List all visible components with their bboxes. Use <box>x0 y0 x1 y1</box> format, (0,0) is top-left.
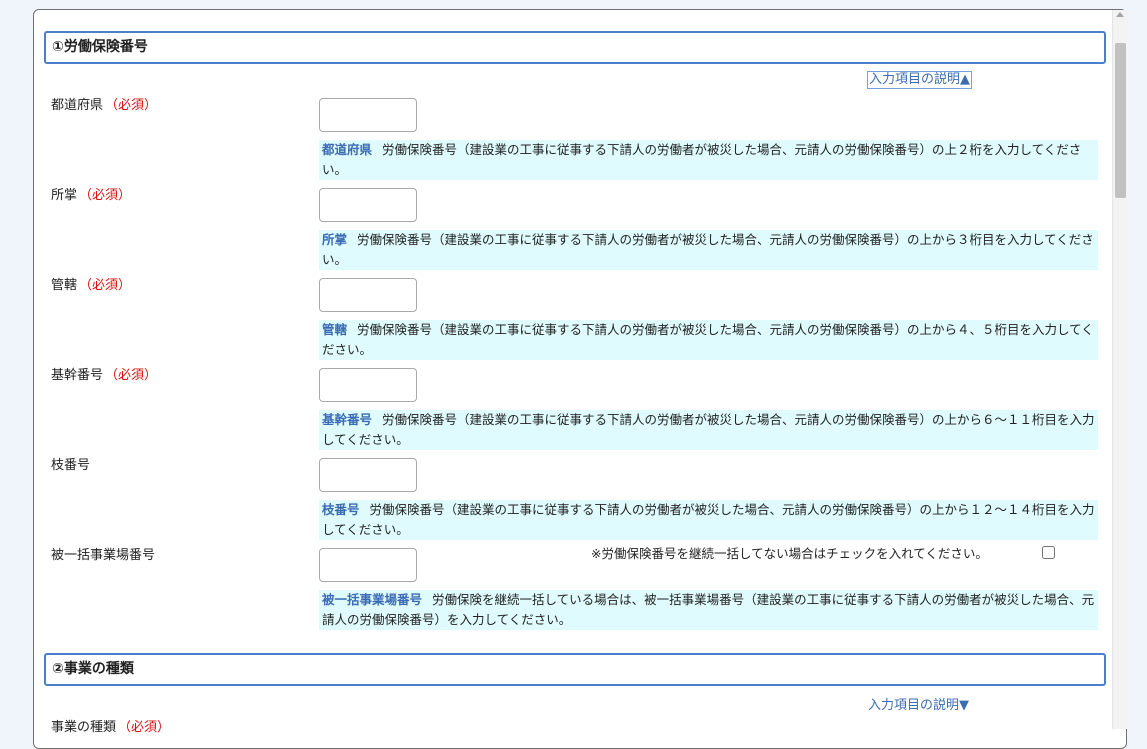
field-label-sub-workplace-number: 被一括事業場番号 <box>51 548 156 563</box>
no-continuous-batch-checkbox[interactable] <box>1042 546 1055 559</box>
field-label-office: 所掌 （必須） <box>51 188 132 203</box>
section-header-business-type: ②事業の種類 <box>44 653 1106 686</box>
help-box-prefecture: 都道府県 労働保険番号（建設業の工事に従事する下請人の労働者が被災した場合、元請人… <box>319 140 1098 180</box>
help-toggle-collapse[interactable]: 入力項目の説明▲ <box>867 71 972 89</box>
section-title: ①労働保険番号 <box>52 39 148 55</box>
field-label-base-number: 基幹番号 （必須） <box>51 368 158 383</box>
branch-number-input[interactable] <box>319 458 417 492</box>
section-title: ②事業の種類 <box>52 661 134 677</box>
required-marker: （必須） <box>79 278 132 293</box>
help-box-base-number: 基幹番号 労働保険番号（建設業の工事に従事する下請人の労働者が被災した場合、元請人… <box>319 410 1098 450</box>
required-marker: （必須） <box>105 368 158 383</box>
help-box-office: 所掌 労働保険番号（建設業の工事に従事する下請人の労働者が被災した場合、元請人の労… <box>319 230 1098 270</box>
required-marker: （必須） <box>118 720 171 735</box>
help-box-sub-workplace-number: 被一括事業場番号 労働保険を継続一括している場合は、被一括事業場番号（建設業の工事… <box>319 590 1098 630</box>
form-panel <box>33 9 1127 749</box>
scroll-thumb[interactable] <box>1115 43 1126 198</box>
jurisdiction-input[interactable] <box>319 278 417 312</box>
scroll-up-arrow-icon[interactable] <box>1116 12 1124 17</box>
help-box-jurisdiction: 管轄 労働保険番号（建設業の工事に従事する下請人の労働者が被災した場合、元請人の労… <box>319 320 1098 360</box>
prefecture-input[interactable] <box>319 98 417 132</box>
base-number-input[interactable] <box>319 368 417 402</box>
help-box-branch-number: 枝番号 労働保険番号（建設業の工事に従事する下請人の労働者が被災した場合、元請人の… <box>319 500 1098 540</box>
required-marker: （必須） <box>79 188 132 203</box>
field-label-business-type: 事業の種類 （必須） <box>51 720 171 735</box>
field-label-prefecture: 都道府県 （必須） <box>51 98 158 113</box>
office-input[interactable] <box>319 188 417 222</box>
help-toggle-expand[interactable]: 入力項目の説明▼ <box>868 694 969 713</box>
vertical-scrollbar[interactable] <box>1112 10 1128 729</box>
no-continuous-batch-note: ※労働保険番号を継続一括してない場合はチェックを入れてください。 <box>591 546 988 561</box>
field-label-jurisdiction: 管轄 （必須） <box>51 278 132 293</box>
section-header-labor-insurance-number: ①労働保険番号 <box>44 31 1106 64</box>
required-marker: （必須） <box>105 98 158 113</box>
sub-workplace-number-input[interactable] <box>319 548 417 582</box>
field-label-branch-number: 枝番号 <box>51 458 91 473</box>
